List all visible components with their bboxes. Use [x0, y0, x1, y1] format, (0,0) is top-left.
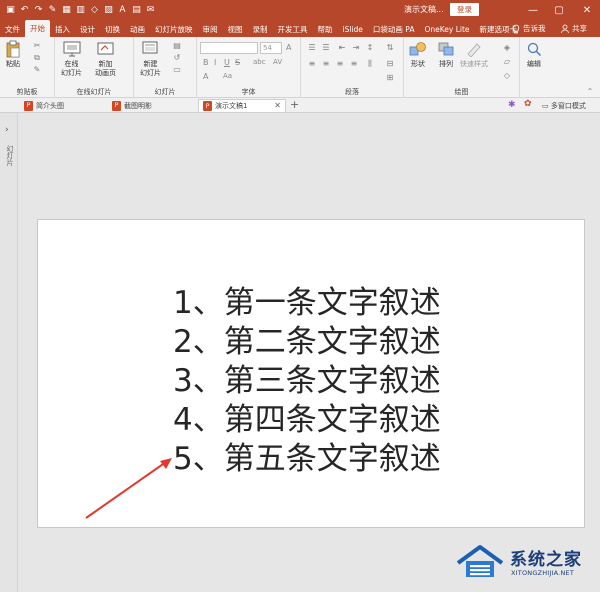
watermark-url: XITONGZHIJIA.NET	[511, 569, 574, 577]
annotation-arrow	[85, 458, 172, 519]
watermark: 系统之家 XITONGZHIJIA.NET	[452, 539, 592, 583]
house-logo-icon	[456, 545, 504, 577]
watermark-title: 系统之家	[510, 550, 582, 570]
